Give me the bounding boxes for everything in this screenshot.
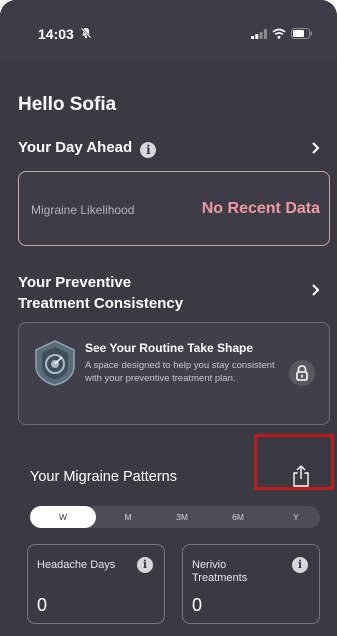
app-screen: 14:03 Hello Sofia Your Day Ahead i Migra…: [0, 0, 337, 636]
day-ahead-header[interactable]: Your Day Ahead i: [18, 137, 157, 158]
likelihood-label: Migraine Likelihood: [31, 203, 135, 217]
migraine-patterns-title: Your Migraine Patterns: [30, 469, 177, 485]
preventive-title-line1: Your Preventive: [18, 274, 132, 291]
routine-card-title: See Your Routine Take Shape: [85, 341, 254, 355]
nerivio-treatments-card[interactable]: Nerivio Treatments i 0: [182, 544, 320, 624]
stat-label: Nerivio Treatments: [192, 559, 248, 584]
info-icon[interactable]: i: [140, 142, 157, 158]
routine-card[interactable]: See Your Routine Take Shape A space desi…: [18, 322, 330, 425]
chevron-right-icon[interactable]: [311, 141, 321, 155]
info-icon[interactable]: i: [292, 557, 308, 573]
share-highlight-box: [254, 434, 334, 490]
stat-label: Headache Days: [37, 559, 116, 571]
headache-days-card[interactable]: Headache Days i 0: [27, 544, 165, 624]
greeting-title: Hello Sofia: [18, 94, 117, 115]
preventive-title-line2: Treatment Consistency: [18, 295, 184, 312]
info-icon[interactable]: i: [137, 557, 153, 573]
likelihood-value: No Recent Data: [201, 200, 320, 217]
day-ahead-title: Your Day Ahead: [18, 139, 133, 156]
shield-target-icon: [35, 340, 75, 386]
battery-icon: [291, 28, 312, 39]
range-option-w[interactable]: W: [30, 506, 96, 528]
range-option-m[interactable]: M: [110, 506, 146, 528]
status-time: 14:03: [38, 26, 74, 42]
status-icons: [251, 28, 313, 39]
chevron-right-icon[interactable]: [311, 283, 321, 297]
lock-icon: [296, 365, 308, 381]
cellular-signal-icon: [251, 28, 267, 39]
lock-badge: [289, 360, 315, 386]
status-bar: 14:03: [0, 0, 337, 60]
home-content: Hello Sofia Your Day Ahead i Migraine Li…: [0, 60, 337, 636]
wifi-icon: [272, 28, 286, 39]
migraine-likelihood-card[interactable]: Migraine Likelihood No Recent Data: [18, 171, 330, 246]
range-option-6m[interactable]: 6M: [218, 506, 258, 528]
bell-slash-icon: [80, 27, 92, 39]
preventive-header[interactable]: Your Preventive Treatment Consistency: [18, 272, 183, 314]
range-option-3m[interactable]: 3M: [162, 506, 202, 528]
stat-value: 0: [37, 595, 48, 615]
routine-card-description: A space designed to help you stay consis…: [85, 360, 275, 384]
time-range-selector[interactable]: W M 3M 6M Y: [30, 506, 320, 528]
stat-value: 0: [192, 595, 203, 615]
range-option-y[interactable]: Y: [276, 506, 316, 528]
